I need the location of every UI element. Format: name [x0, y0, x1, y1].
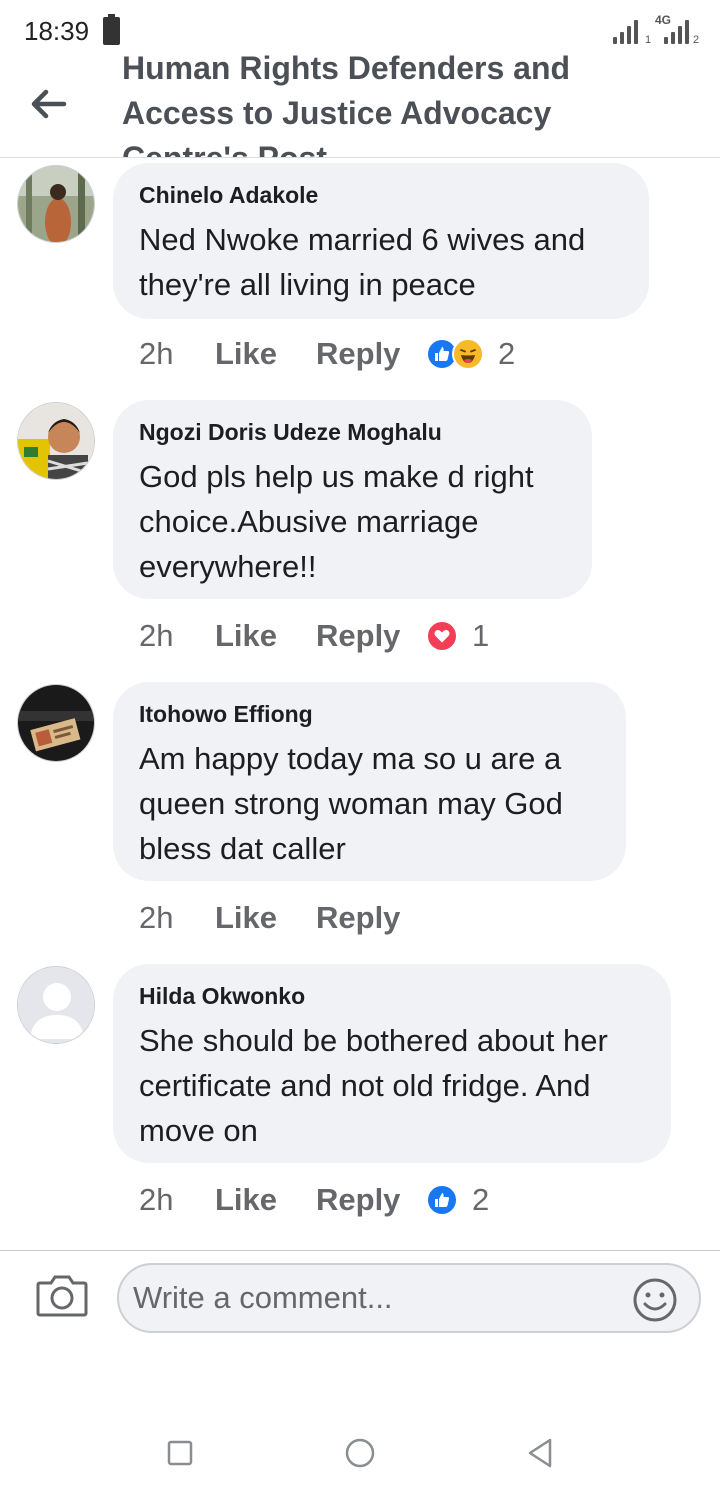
- reactions-summary[interactable]: 2: [426, 1182, 489, 1218]
- comment-item: Chinelo Adakole Ned Nwoke married 6 wive…: [0, 163, 720, 393]
- comment-text: God pls help us make d right choice.Abus…: [139, 459, 534, 584]
- system-nav-bar: [0, 1410, 720, 1500]
- comment-time[interactable]: 2h: [139, 1182, 215, 1218]
- reply-button[interactable]: Reply: [316, 336, 426, 372]
- back-arrow-icon[interactable]: [28, 84, 68, 124]
- sim1-label: 1: [645, 34, 652, 46]
- page-title: Human Rights Defenders and Access to Jus…: [122, 52, 571, 158]
- reply-button[interactable]: Reply: [316, 900, 426, 936]
- battery-icon: [103, 14, 120, 45]
- comment-item: Ngozi Doris Udeze Moghalu God pls help u…: [0, 400, 720, 670]
- comment-text: Ned Nwoke married 6 wives and they're al…: [139, 222, 586, 302]
- status-time: 18:39: [24, 16, 90, 46]
- comment-composer: [0, 1250, 720, 1350]
- post-header: Human Rights Defenders and Access to Jus…: [0, 52, 720, 158]
- like-icon: [426, 1184, 458, 1216]
- comment-actions: 2h Like Reply 2: [139, 1180, 489, 1220]
- like-button[interactable]: Like: [215, 336, 316, 372]
- comment-list: Chinelo Adakole Ned Nwoke married 6 wive…: [0, 159, 720, 1249]
- comment-bubble: Ngozi Doris Udeze Moghalu God pls help u…: [113, 400, 592, 599]
- avatar[interactable]: [17, 684, 95, 762]
- comment-input[interactable]: [117, 1263, 701, 1333]
- comment-bubble: Chinelo Adakole Ned Nwoke married 6 wive…: [113, 163, 649, 319]
- comment-author[interactable]: Chinelo Adakole: [139, 181, 623, 209]
- love-icon: [426, 620, 458, 652]
- avatar[interactable]: [17, 165, 95, 243]
- comment-bubble: Itohowo Effiong Am happy today ma so u a…: [113, 682, 626, 881]
- comment-actions: 2h Like Reply 1: [139, 616, 489, 656]
- comment-time[interactable]: 2h: [139, 336, 215, 372]
- reply-button[interactable]: Reply: [316, 1182, 426, 1218]
- avatar[interactable]: [17, 966, 95, 1044]
- comment-text: She should be bothered about her certifi…: [139, 1023, 608, 1148]
- like-button[interactable]: Like: [215, 900, 316, 936]
- avatar[interactable]: [17, 402, 95, 480]
- comment-author[interactable]: Itohowo Effiong: [139, 700, 600, 728]
- reply-button[interactable]: Reply: [316, 618, 426, 654]
- reactions-summary[interactable]: 1: [426, 618, 489, 654]
- comment-author[interactable]: Ngozi Doris Udeze Moghalu: [139, 418, 566, 446]
- home-icon[interactable]: [343, 1436, 377, 1470]
- comment-bubble: Hilda Okwonko She should be bothered abo…: [113, 964, 671, 1163]
- comment-actions: 2h Like Reply 2: [139, 334, 515, 374]
- camera-icon[interactable]: [36, 1273, 88, 1317]
- like-button[interactable]: Like: [215, 1182, 316, 1218]
- signal-sim1-icon: [613, 18, 643, 44]
- like-button[interactable]: Like: [215, 618, 316, 654]
- emoji-icon[interactable]: [632, 1277, 678, 1323]
- back-icon[interactable]: [523, 1436, 557, 1470]
- comment-author[interactable]: Hilda Okwonko: [139, 982, 645, 1010]
- recent-apps-icon[interactable]: [163, 1436, 197, 1470]
- reaction-count: 1: [472, 618, 490, 653]
- reaction-count: 2: [472, 1182, 490, 1217]
- sim2-label: 2: [693, 34, 700, 46]
- comment-actions: 2h Like Reply: [139, 898, 426, 938]
- reaction-count: 2: [498, 336, 516, 371]
- signal-sim2-icon: [664, 18, 694, 44]
- comment-time[interactable]: 2h: [139, 618, 215, 654]
- comment-item: Hilda Okwonko She should be bothered abo…: [0, 964, 720, 1234]
- haha-icon: [452, 338, 484, 370]
- reactions-summary[interactable]: 2: [426, 336, 515, 372]
- comment-text: Am happy today ma so u are a queen stron…: [139, 741, 563, 866]
- comment-item: Itohowo Effiong Am happy today ma so u a…: [0, 682, 720, 952]
- comment-time[interactable]: 2h: [139, 900, 215, 936]
